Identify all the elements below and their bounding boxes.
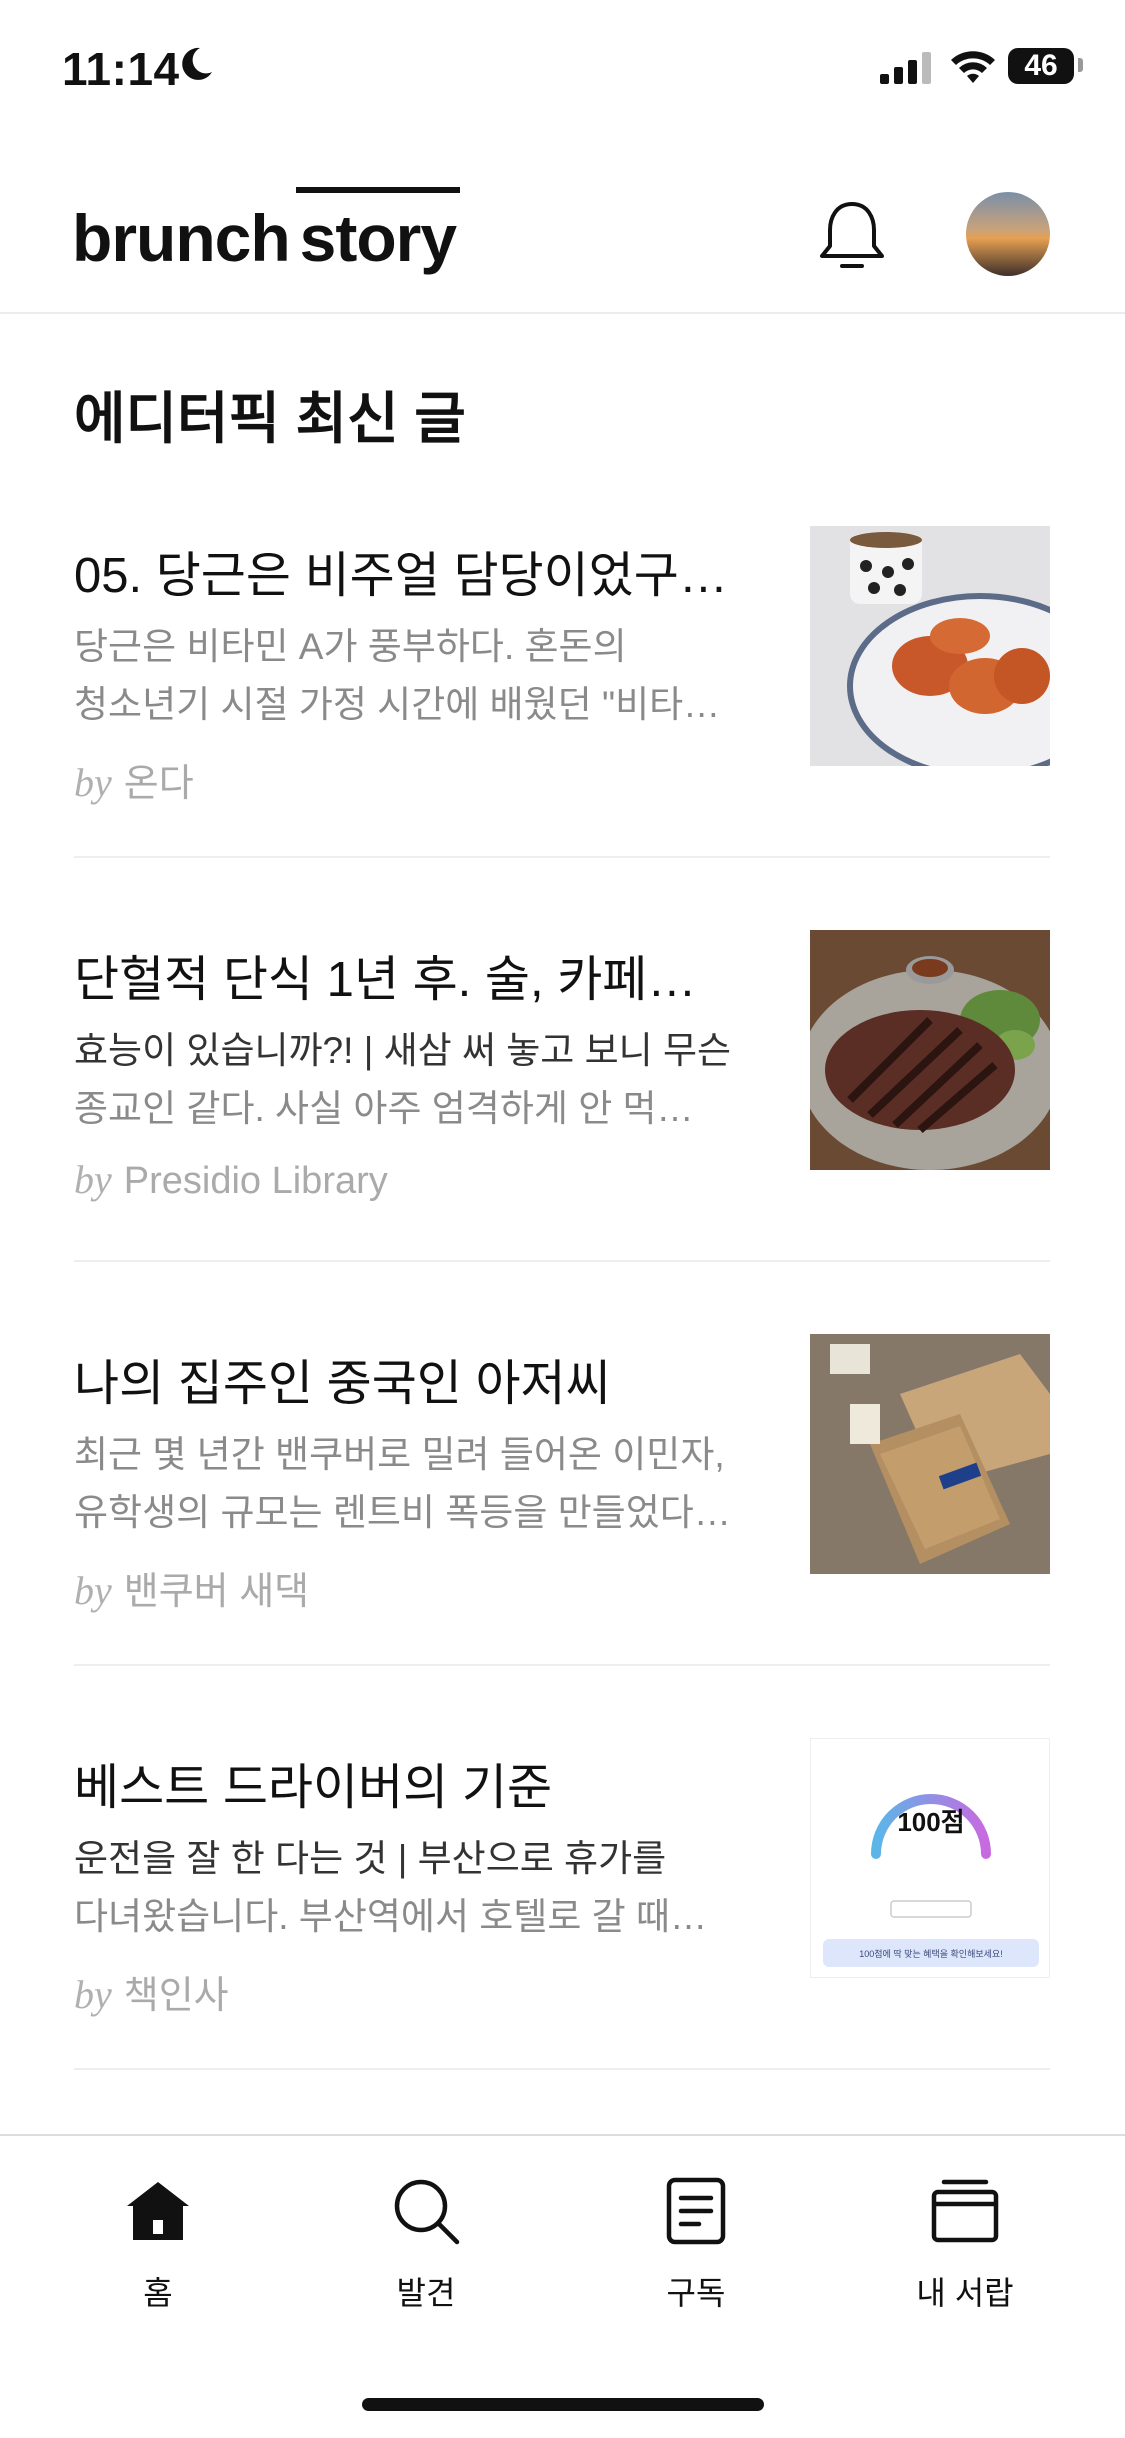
article-byline: by 책인사 (74, 1964, 229, 2019)
logo-story: story (299, 201, 457, 275)
tab-my-drawer[interactable]: 내 서랍 (865, 2176, 1065, 2314)
excerpt-line: 당근은 비타민 A가 풍부하다. 혼돈의 (74, 626, 627, 667)
byline-by: by (74, 1568, 112, 1613)
article-byline: by 밴쿠버 새댁 (74, 1560, 309, 1615)
steak-plate-image (810, 930, 1050, 1170)
byline-by: by (74, 1972, 112, 2017)
excerpt-line: 청소년기 시절 가정 시간에 배웠던 "비타… (74, 684, 721, 725)
tab-subscribe[interactable]: 구독 (596, 2176, 796, 2314)
excerpt-line: 운전을 잘 한 다는 것 | 부산으로 휴가를 (74, 1838, 667, 1879)
drawer-icon (931, 2179, 999, 2243)
notification-bell-icon[interactable] (812, 196, 892, 276)
driving-score-image: 100점 100점에 딱 맞는 혜택을 확인해보세요! (811, 1739, 1049, 1977)
excerpt-line: 최근 몇 년간 밴쿠버로 밀려 들어온 이민자, (74, 1434, 725, 1475)
profile-avatar[interactable] (966, 192, 1050, 276)
article-byline: by Presidio Library (74, 1156, 388, 1203)
article-thumbnail[interactable]: 100점 100점에 딱 맞는 혜택을 확인해보세요! (810, 1738, 1050, 1978)
home-indicator[interactable] (362, 2398, 764, 2411)
article-divider (74, 1260, 1050, 1262)
article-divider (74, 856, 1050, 858)
article-title[interactable]: 나의 집주인 중국인 아저씨 (74, 1344, 734, 1415)
carrot-dish-image (810, 526, 1050, 766)
article-title[interactable]: 베스트 드라이버의 기준 (74, 1748, 734, 1819)
app-header: brunch story (0, 140, 1125, 314)
boxes-image (810, 1334, 1050, 1574)
article-excerpt: 당근은 비타민 A가 풍부하다. 혼돈의 청소년기 시절 가정 시간에 배웠던 … (74, 618, 734, 734)
home-icon (127, 2182, 189, 2240)
article-item[interactable]: 05. 당근은 비주얼 담당이었구나! 당근은 비타민 A가 풍부하다. 혼돈의… (74, 526, 1050, 930)
article-thumbnail[interactable] (810, 930, 1050, 1170)
status-time: 11:14 (62, 43, 180, 95)
article-title[interactable]: 05. 당근은 비주얼 담당이었구나! (74, 536, 734, 607)
byline-by: by (74, 760, 112, 805)
bottom-tab-bar: 홈 발견 구독 내 서랍 (0, 2134, 1125, 2438)
tab-label: 내 서랍 (916, 2275, 1014, 2311)
excerpt-line: 다녀왔습니다. 부산역에서 호텔로 갈 때에… (74, 1896, 734, 1937)
article-title[interactable]: 단헐적 단식 1년 후. 술, 카페인,… (74, 940, 734, 1011)
article-author: 밴쿠버 새댁 (123, 1571, 310, 1613)
tab-discover[interactable]: 발견 (326, 2176, 526, 2314)
tab-home[interactable]: 홈 (58, 2176, 258, 2314)
tab-label: 구독 (666, 2275, 726, 2311)
article-thumbnail[interactable] (810, 1334, 1050, 1574)
section-title: 에디터픽 최신 글 (74, 387, 466, 450)
article-excerpt: 효능이 있습니까?! | 새삼 써 놓고 보니 무슨 종교인 같다. 사실 아주… (74, 1022, 734, 1138)
cellular-signal-icon (880, 52, 931, 84)
article-divider (74, 2068, 1050, 2070)
thumb-caption: 100점에 딱 맞는 혜택을 확인해보세요! (859, 1948, 1002, 1959)
search-icon (394, 2179, 460, 2245)
status-bar: 11:14 46 (0, 0, 1125, 140)
subscribe-icon (666, 2177, 726, 2245)
thumb-score: 100점 (897, 1807, 964, 1837)
moon-icon (182, 47, 212, 80)
battery-indicator: 46 (1008, 48, 1074, 84)
excerpt-line: 유학생의 규모는 렌트비 폭등을 만들었다.… (74, 1492, 734, 1533)
article-author: 책인사 (123, 1975, 229, 2017)
article-thumbnail[interactable] (810, 526, 1050, 766)
brunch-story-logo[interactable]: brunch story (72, 200, 457, 276)
tab-label: 발견 (396, 2275, 456, 2311)
byline-by: by (74, 1157, 112, 1202)
article-excerpt: 최근 몇 년간 밴쿠버로 밀려 들어온 이민자, 유학생의 규모는 렌트비 폭등… (74, 1426, 734, 1542)
wifi-icon (951, 51, 995, 83)
article-author: Presidio Library (123, 1160, 388, 1202)
logo-brunch: brunch (72, 201, 291, 275)
article-item[interactable]: 나의 집주인 중국인 아저씨 최근 몇 년간 밴쿠버로 밀려 들어온 이민자, … (74, 1334, 1050, 1738)
article-byline: by 온다 (74, 752, 194, 807)
excerpt-line: 효능이 있습니까?! | 새삼 써 놓고 보니 무슨 (74, 1030, 732, 1071)
article-item[interactable]: 베스트 드라이버의 기준 운전을 잘 한 다는 것 | 부산으로 휴가를 다녀왔… (74, 1738, 1050, 2142)
article-excerpt: 운전을 잘 한 다는 것 | 부산으로 휴가를 다녀왔습니다. 부산역에서 호텔… (74, 1830, 734, 1946)
tab-label: 홈 (143, 2275, 173, 2311)
battery-cap (1078, 58, 1083, 72)
excerpt-line: 종교인 같다. 사실 아주 엄격하게 안 먹… (74, 1088, 694, 1129)
article-divider (74, 1664, 1050, 1666)
article-item[interactable]: 단헐적 단식 1년 후. 술, 카페인,… 효능이 있습니까?! | 새삼 써 … (74, 930, 1050, 1334)
article-author: 온다 (123, 763, 194, 805)
